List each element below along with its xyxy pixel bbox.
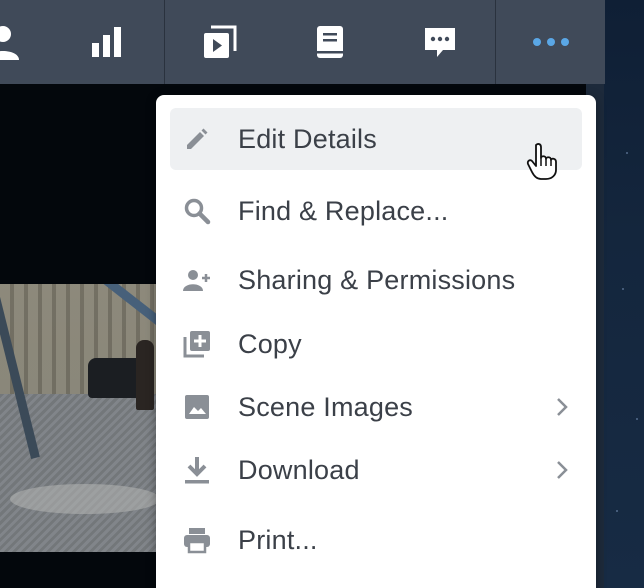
menu-item-edit-details[interactable]: Edit Details — [170, 108, 582, 170]
hand-cursor-icon — [526, 143, 557, 180]
more-button[interactable] — [496, 0, 606, 84]
comment-icon — [425, 28, 455, 57]
pencil-icon — [182, 124, 212, 154]
user-button[interactable] — [0, 0, 58, 84]
menu-item-label: Sharing & Permissions — [238, 264, 516, 295]
menu-item-find-replace[interactable]: Find & Replace... — [170, 180, 582, 242]
top-toolbar — [0, 0, 605, 84]
menu-item-label: Copy — [238, 328, 302, 359]
download-icon — [182, 455, 212, 485]
stats-button[interactable] — [52, 0, 162, 84]
book-icon — [317, 26, 343, 58]
menu-item-scene-images[interactable]: Scene Images — [170, 376, 582, 438]
more-dots-icon — [533, 38, 569, 46]
menu-item-download[interactable]: Download — [170, 439, 582, 501]
user-icon — [0, 26, 19, 60]
image-icon — [182, 392, 212, 422]
menu-item-label: Scene Images — [238, 391, 413, 422]
menu-item-copy[interactable]: Copy — [170, 313, 582, 375]
menu-item-sharing-permissions[interactable]: Sharing & Permissions — [170, 249, 582, 311]
book-button[interactable] — [275, 0, 385, 84]
bar-chart-icon — [92, 27, 121, 57]
menu-item-label: Edit Details — [238, 123, 377, 154]
copy-plus-icon — [182, 329, 212, 359]
menu-item-label: Download — [238, 454, 360, 485]
menu-item-label: Find & Replace... — [238, 195, 449, 226]
menu-item-print[interactable]: Print... — [170, 509, 582, 571]
comments-button[interactable] — [385, 0, 495, 84]
slideshow-button[interactable] — [165, 0, 275, 84]
scene-image[interactable] — [0, 284, 160, 552]
add-user-icon — [182, 265, 212, 295]
chevron-right-icon — [557, 461, 568, 479]
slideshow-icon — [204, 25, 237, 58]
printer-icon — [182, 525, 212, 555]
menu-item-label: Print... — [238, 524, 318, 555]
search-icon — [182, 196, 212, 226]
chevron-right-icon — [557, 398, 568, 416]
